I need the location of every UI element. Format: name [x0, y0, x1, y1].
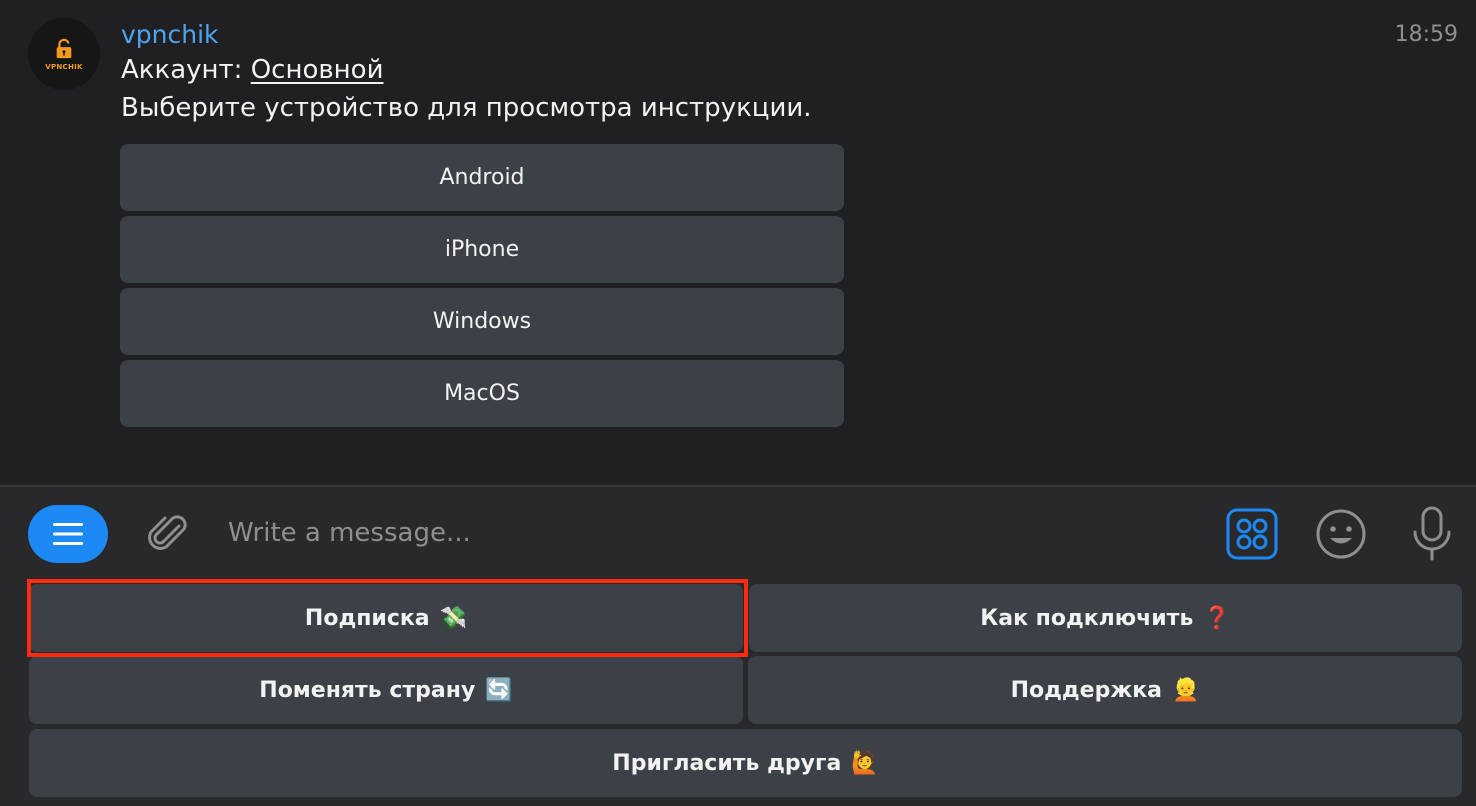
subscription-button[interactable]: Подписка 💸: [29, 584, 743, 652]
account-line: Аккаунт: Основной: [121, 55, 383, 85]
invite-friend-label: Пригласить друга: [612, 750, 842, 776]
raising-hand-icon: 🙋: [851, 750, 879, 776]
change-country-button[interactable]: Поменять страну 🔄: [29, 656, 743, 724]
support-button[interactable]: Поддержка 👱: [748, 656, 1462, 724]
menu-icon: [53, 523, 83, 545]
question-mark-icon: ❓: [1203, 605, 1231, 631]
message-text: Выберите устройство для просмотра инстру…: [121, 93, 812, 123]
change-country-label: Поменять страну: [259, 677, 476, 703]
subscription-label: Подписка: [304, 605, 430, 631]
lock-icon: [56, 38, 72, 58]
attach-icon[interactable]: [144, 509, 194, 559]
account-label: Аккаунт:: [121, 55, 243, 85]
emoji-icon[interactable]: [1314, 507, 1368, 561]
inline-keyboard: Android iPhone Windows MacOS: [120, 144, 844, 432]
how-to-connect-button[interactable]: Как подключить ❓: [749, 584, 1462, 652]
sender-name[interactable]: vpnchik: [121, 20, 219, 49]
device-button-iphone[interactable]: iPhone: [120, 216, 844, 283]
message-input[interactable]: [228, 511, 1188, 555]
account-link[interactable]: Основной: [251, 55, 384, 85]
microphone-icon[interactable]: [1408, 505, 1456, 563]
device-button-android[interactable]: Android: [120, 144, 844, 211]
commands-icon[interactable]: [1226, 508, 1278, 560]
bot-avatar[interactable]: VPNCHIK: [28, 18, 100, 90]
person-icon: 👱: [1172, 677, 1200, 703]
avatar-brand-text: VPNCHIK: [45, 62, 83, 71]
message-time: 18:59: [1394, 22, 1458, 47]
chat-area: VPNCHIK vpnchik 18:59 Аккаунт: Основной …: [0, 0, 1476, 485]
how-to-connect-label: Как подключить: [980, 605, 1194, 631]
invite-friend-button[interactable]: Пригласить друга 🙋: [29, 729, 1462, 797]
support-label: Поддержка: [1010, 677, 1162, 703]
device-button-windows[interactable]: Windows: [120, 288, 844, 355]
money-wings-icon: 💸: [439, 605, 468, 631]
bot-menu-button[interactable]: [28, 505, 108, 563]
refresh-icon: 🔄: [485, 677, 513, 703]
device-button-macos[interactable]: MacOS: [120, 360, 844, 427]
